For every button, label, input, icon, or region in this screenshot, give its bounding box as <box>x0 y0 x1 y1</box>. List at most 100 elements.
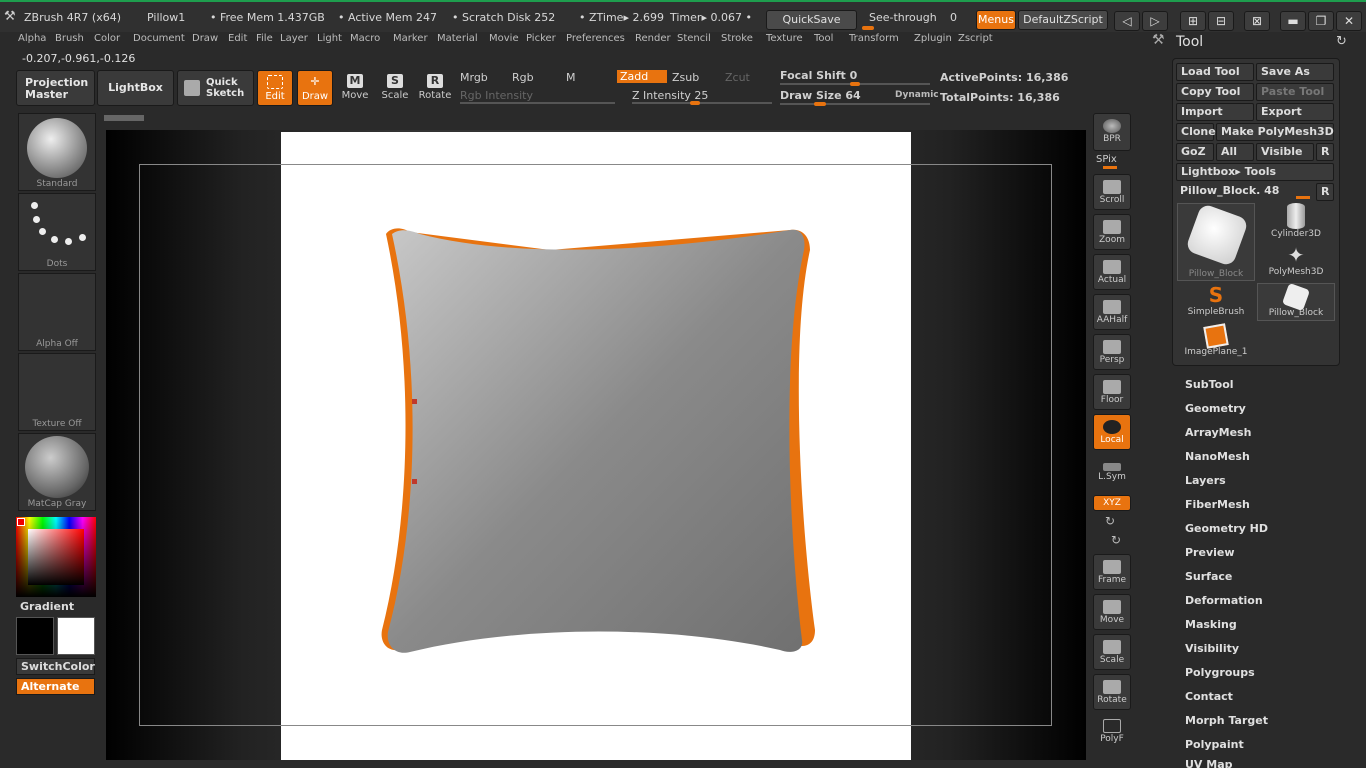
menu-color[interactable]: Color <box>94 33 120 44</box>
load-tool-button[interactable]: Load Tool <box>1176 63 1254 81</box>
zoom-button[interactable]: Zoom <box>1093 214 1131 250</box>
tool-palette-title[interactable]: Tool <box>1176 34 1203 50</box>
scale-view-button[interactable]: Scale <box>1093 634 1131 670</box>
secondary-color-swatch[interactable] <box>57 617 95 655</box>
section-uv-map[interactable]: UV Map <box>1185 758 1233 768</box>
maximize-icon[interactable]: ❐ <box>1308 11 1334 31</box>
projection-master-button[interactable]: Projection Master <box>16 70 95 106</box>
zsub-button[interactable]: Zsub <box>672 71 699 84</box>
current-tool-knob[interactable] <box>1296 196 1310 199</box>
menu-picker[interactable]: Picker <box>526 33 556 44</box>
rgb-button[interactable]: Rgb <box>512 71 534 84</box>
menu-light[interactable]: Light <box>317 33 342 44</box>
section-polygroups[interactable]: Polygroups <box>1185 666 1255 679</box>
m-button[interactable]: M <box>566 71 576 84</box>
rgb-intensity-track[interactable] <box>460 102 615 104</box>
quicksave-button[interactable]: QuickSave <box>766 10 857 30</box>
layout-alt-icon[interactable]: ⊟ <box>1208 11 1234 31</box>
menu-draw[interactable]: Draw <box>192 33 218 44</box>
alternate-button[interactable]: Alternate <box>16 678 95 695</box>
focal-shift-knob[interactable] <box>850 82 860 86</box>
scroll-left-icon[interactable]: ◁ <box>1114 11 1140 31</box>
focal-shift-slider[interactable]: Focal Shift 0 <box>780 69 857 82</box>
goz-visible-button[interactable]: Visible <box>1256 143 1314 161</box>
scroll-button[interactable]: Scroll <box>1093 174 1131 210</box>
tool-thumb-polymesh3d[interactable]: ✦ PolyMesh3D <box>1257 243 1335 281</box>
menu-brush[interactable]: Brush <box>55 33 84 44</box>
color-saturation-square[interactable] <box>28 529 84 585</box>
tool-thumb-imageplane[interactable]: ImagePlane_1 <box>1177 323 1255 361</box>
xyz-button[interactable]: XYZ <box>1093 495 1131 511</box>
alpha-thumbnail[interactable]: Alpha Off <box>18 273 96 351</box>
section-polypaint[interactable]: Polypaint <box>1185 738 1244 751</box>
menu-macro[interactable]: Macro <box>350 33 380 44</box>
bpr-button[interactable]: BPR <box>1093 113 1131 151</box>
goz-r-button[interactable]: R <box>1316 143 1334 161</box>
reset-icon[interactable]: ↻ <box>1336 34 1347 49</box>
stroke-thumbnail[interactable]: Dots <box>18 193 96 271</box>
menu-material[interactable]: Material <box>437 33 478 44</box>
menu-edit[interactable]: Edit <box>228 33 247 44</box>
tool-r-button[interactable]: R <box>1316 183 1334 201</box>
texture-thumbnail[interactable]: Texture Off <box>18 353 96 431</box>
goz-button[interactable]: GoZ <box>1176 143 1214 161</box>
section-geometry-hd[interactable]: Geometry HD <box>1185 522 1268 535</box>
menu-zscript[interactable]: Zscript <box>958 33 993 44</box>
default-zscript-button[interactable]: DefaultZScript <box>1018 10 1108 30</box>
polyf-button[interactable]: PolyF <box>1093 714 1131 750</box>
quick-sketch-button[interactable]: Quick Sketch <box>177 70 254 106</box>
menu-render[interactable]: Render <box>635 33 671 44</box>
main-color-swatch[interactable] <box>17 518 25 526</box>
zadd-button[interactable]: Zadd <box>617 70 667 83</box>
rotate-button[interactable]: R Rotate <box>417 70 453 106</box>
draw-size-track[interactable] <box>780 103 930 105</box>
rgb-intensity-slider[interactable]: Rgb Intensity <box>460 89 533 102</box>
switchcolor-button[interactable]: SwitchColor <box>16 658 95 675</box>
tool-thumb-pillow-block[interactable]: Pillow_Block <box>1177 202 1255 281</box>
section-nanomesh[interactable]: NanoMesh <box>1185 450 1250 463</box>
mrgb-button[interactable]: Mrgb <box>460 71 488 84</box>
z-intensity-track[interactable] <box>632 102 772 104</box>
lightbox-button[interactable]: LightBox <box>97 70 174 106</box>
menu-texture[interactable]: Texture <box>766 33 803 44</box>
make-polymesh3d-button[interactable]: Make PolyMesh3D <box>1216 123 1334 141</box>
export-button[interactable]: Export <box>1256 103 1334 121</box>
copy-tool-button[interactable]: Copy Tool <box>1176 83 1254 101</box>
edit-button[interactable]: Edit <box>257 70 293 106</box>
rotate-y-icon[interactable]: ↻ <box>1105 514 1115 528</box>
color-picker[interactable] <box>16 517 96 597</box>
current-tool-slider[interactable]: Pillow_Block. 48 <box>1180 184 1279 197</box>
actual-button[interactable]: Actual <box>1093 254 1131 290</box>
lock-icon[interactable]: ⊠ <box>1244 11 1270 31</box>
menu-file[interactable]: File <box>256 33 273 44</box>
brush-thumbnail[interactable]: Standard <box>18 113 96 191</box>
import-button[interactable]: Import <box>1176 103 1254 121</box>
section-morph-target[interactable]: Morph Target <box>1185 714 1268 727</box>
frame-button[interactable]: Frame <box>1093 554 1131 590</box>
zbrush-logo-icon[interactable]: ⚒ <box>4 9 16 24</box>
rotate-z-icon[interactable]: ↻ <box>1111 533 1121 547</box>
lightbox-tools-button[interactable]: Lightbox▸ Tools <box>1176 163 1334 181</box>
section-subtool[interactable]: SubTool <box>1185 378 1234 391</box>
menu-layer[interactable]: Layer <box>280 33 308 44</box>
local-button[interactable]: Local <box>1093 414 1131 450</box>
seethrough-label[interactable]: See-through <box>869 11 937 24</box>
gradient-label[interactable]: Gradient <box>20 600 74 613</box>
draw-size-slider[interactable]: Draw Size 64 <box>780 89 861 102</box>
paste-tool-button[interactable]: Paste Tool <box>1256 83 1334 101</box>
floor-button[interactable]: Floor <box>1093 374 1131 410</box>
section-visibility[interactable]: Visibility <box>1185 642 1239 655</box>
goz-all-button[interactable]: All <box>1216 143 1254 161</box>
menu-preferences[interactable]: Preferences <box>566 33 625 44</box>
menu-document[interactable]: Document <box>133 33 185 44</box>
menu-alpha[interactable]: Alpha <box>18 33 46 44</box>
clone-button[interactable]: Clone <box>1176 123 1216 141</box>
move-view-button[interactable]: Move <box>1093 594 1131 630</box>
menu-stroke[interactable]: Stroke <box>721 33 753 44</box>
rotate-view-button[interactable]: Rotate <box>1093 674 1131 710</box>
draw-size-knob[interactable] <box>814 102 826 106</box>
section-surface[interactable]: Surface <box>1185 570 1232 583</box>
z-intensity-knob[interactable] <box>690 101 700 105</box>
menus-button[interactable]: Menus <box>976 10 1016 30</box>
primary-color-swatch[interactable] <box>16 617 54 655</box>
